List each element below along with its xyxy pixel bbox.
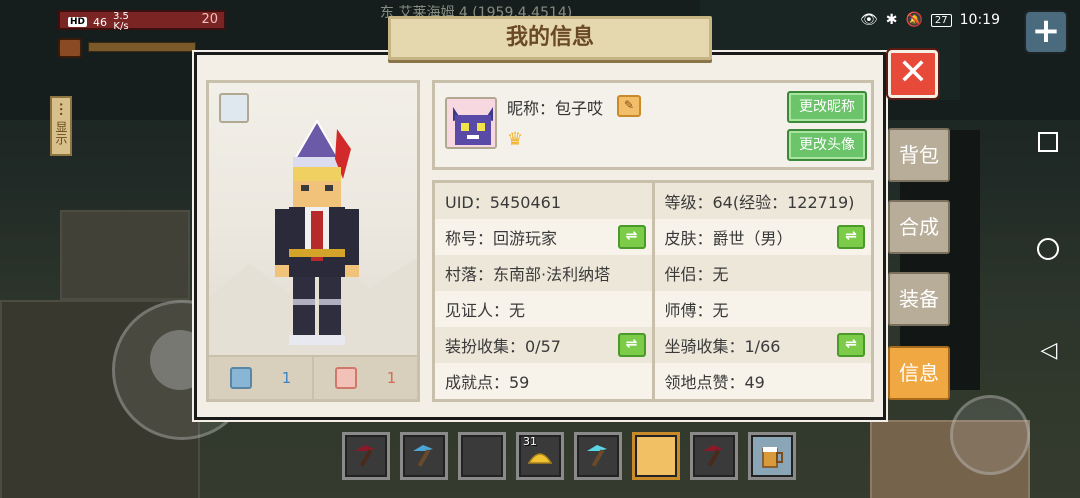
witness-row: 见证人：无 — [435, 291, 652, 327]
info-column-left: UID：5450461 称号：回游玩家 ⇌ 村落：东南部·法利纳塔 见证人：无 装… — [435, 183, 652, 399]
status-bar-left: HD 46 3.5 K/s — [68, 12, 129, 32]
change-avatar-button[interactable]: 更改头像 — [787, 129, 867, 161]
dislikes-count: 1 — [386, 369, 397, 387]
signal-icon: 46 — [93, 15, 108, 29]
crown-icon: ♛ — [507, 129, 524, 150]
likes-stat[interactable]: 1 — [209, 357, 312, 399]
hotbar-slot[interactable] — [748, 432, 796, 480]
edit-nickname-icon[interactable]: ✎ — [617, 95, 641, 117]
skin-row: 皮肤：爵世（男） ⇌ — [654, 219, 871, 255]
side-display-toggle[interactable]: ••• 显示 — [50, 96, 72, 156]
dark-pickaxe-icon — [703, 445, 723, 467]
avatar[interactable] — [445, 97, 497, 149]
hotbar-slot[interactable] — [574, 432, 622, 480]
likes-count: 1 — [281, 369, 292, 387]
tab-info[interactable]: 信息 — [888, 346, 950, 400]
status-bar-right: 👁 ✱ 🔕 27 10:19 — [860, 12, 1000, 28]
close-button[interactable]: ✕ — [888, 50, 938, 98]
hotbar-slot[interactable] — [458, 432, 506, 480]
hotbar-slot[interactable] — [690, 432, 738, 480]
blue-pickaxe-icon — [413, 445, 433, 467]
beer-mug-icon — [762, 447, 783, 468]
character-card: 1 1 — [206, 80, 420, 402]
melon-slice-icon — [527, 453, 553, 464]
nickname-label: 昵称：包子哎 — [507, 99, 604, 118]
bluetooth-icon: ✱ — [885, 12, 898, 28]
profile-card: 昵称：包子哎 ✎ ♛ 更改昵称 更改头像 — [432, 80, 874, 170]
tab-backpack[interactable]: 背包 — [888, 128, 950, 182]
hotbar-slot[interactable] — [400, 432, 448, 480]
uid-row: UID：5450461 — [445, 193, 562, 212]
character-badge-icon[interactable] — [219, 93, 249, 123]
achievement-row: 成就点：59 — [435, 363, 652, 399]
info-table: UID：5450461 称号：回游玩家 ⇌ 村落：东南部·法利纳塔 见证人：无 装… — [432, 180, 874, 402]
title-row: 称号：回游玩家 ⇌ — [435, 219, 652, 255]
hotbar-slot-selected[interactable] — [632, 432, 680, 480]
add-button[interactable]: + — [1024, 10, 1068, 54]
dialog-title: 我的信息 — [388, 16, 712, 60]
health-value: 20 — [201, 12, 218, 27]
territory-likes-row: 领地点赞：49 — [654, 363, 871, 399]
tab-crafting[interactable]: 合成 — [888, 200, 950, 254]
swap-outfit-button[interactable]: ⇌ — [617, 333, 646, 357]
more-dots-icon: ••• — [56, 102, 65, 117]
swap-mount-button[interactable]: ⇌ — [837, 333, 865, 357]
eye-icon: 👁 — [859, 12, 878, 28]
swap-title-button[interactable]: ⇌ — [617, 225, 646, 249]
outfit-collection-row: 装扮收集：0/57 ⇌ — [435, 327, 652, 363]
village-row: 村落：东南部·法利纳塔 — [445, 265, 611, 284]
frown-icon — [334, 367, 357, 389]
level-row: 等级：64(经验：122719) — [664, 193, 855, 212]
hd-badge: HD — [68, 17, 88, 27]
recent-apps-icon[interactable] — [1038, 132, 1058, 152]
change-nickname-button[interactable]: 更改昵称 — [787, 91, 867, 123]
dislikes-stat[interactable]: 1 — [312, 357, 417, 399]
hotbar: 31 — [342, 432, 796, 480]
network-speed: 3.5 K/s — [113, 11, 129, 32]
character-avatar-figure — [275, 119, 359, 345]
experience-bar — [88, 42, 196, 52]
mentor-row: 师傅：无 — [654, 291, 871, 327]
hotbar-slot[interactable] — [342, 432, 390, 480]
clock: 10:19 — [959, 12, 1000, 28]
info-column-right: 等级：64(经验：122719) 皮肤：爵世（男） ⇌ 伴侣：无 师傅：无 坐骑收… — [651, 183, 872, 399]
smile-icon — [229, 367, 252, 389]
character-stats: 1 1 — [209, 355, 417, 399]
mount-collection-row: 坐骑收集：1/66 ⇌ — [655, 327, 872, 363]
swap-skin-button[interactable]: ⇌ — [837, 225, 865, 249]
partner-row: 伴侣：无 — [664, 265, 729, 284]
tab-equipment[interactable]: 装备 — [888, 272, 950, 326]
backpack-icon[interactable] — [58, 38, 82, 58]
mute-icon: 🔕 — [905, 12, 923, 28]
action-button[interactable] — [950, 395, 1030, 475]
hotbar-slot[interactable]: 31 — [516, 432, 564, 480]
dark-pickaxe-icon — [355, 445, 375, 467]
back-icon[interactable]: ◁ — [1036, 338, 1062, 363]
diamond-pickaxe-icon — [587, 445, 607, 467]
cat-avatar-icon — [447, 99, 495, 147]
home-icon[interactable] — [1037, 238, 1059, 260]
battery-indicator: 27 — [930, 13, 952, 27]
